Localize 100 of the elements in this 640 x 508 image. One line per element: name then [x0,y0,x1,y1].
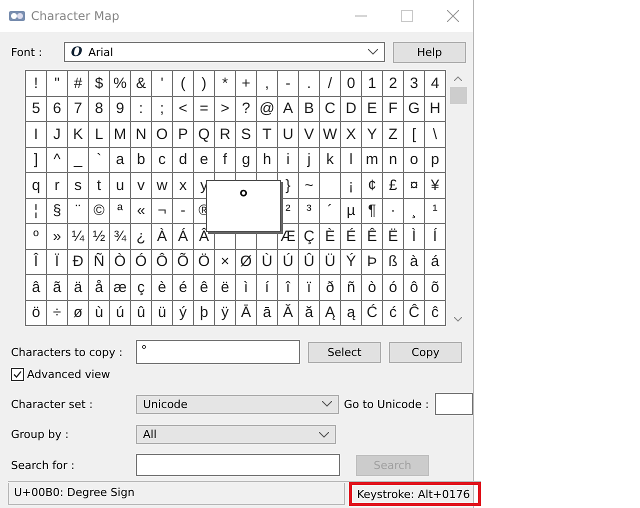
character-cell[interactable]: Ë [383,224,403,248]
character-cell[interactable]: , [257,71,277,96]
character-cell[interactable]: ñ [341,275,361,300]
character-cell[interactable]: # [68,71,88,96]
character-cell[interactable]: K [68,122,88,146]
character-cell[interactable]: % [110,71,130,96]
character-cell[interactable]: S [236,122,256,146]
character-cell[interactable]: M [110,122,130,146]
character-cell[interactable]: ~ [299,173,319,198]
character-cell[interactable]: s [68,173,88,198]
character-cell[interactable]: [ [404,122,424,146]
character-cell[interactable]: ¤ [404,173,424,198]
character-cell[interactable]: Ù [257,250,277,274]
character-cell[interactable]: ? [236,96,256,121]
character-cell[interactable]: ð [320,275,340,300]
character-cell[interactable]: ½ [89,224,109,248]
character-cell[interactable]: ¸ [404,198,424,223]
character-cell[interactable]: J [47,122,67,146]
character-cell[interactable]: Ñ [89,250,109,274]
character-cell[interactable]: - [173,198,193,223]
character-cell[interactable]: c [152,148,172,172]
character-cell[interactable]: Æ [278,224,298,248]
character-cell[interactable]: 6 [47,96,67,121]
character-cell[interactable]: 3 [404,71,424,96]
character-cell[interactable]: x [173,173,193,198]
character-cell[interactable]: â [26,275,46,300]
group-by-dropdown[interactable]: All [136,425,336,444]
characters-to-copy-field[interactable]: ° [136,340,300,364]
character-cell[interactable]: Ô [152,250,172,274]
character-cell[interactable]: = [194,96,214,121]
character-cell[interactable]: Ö [194,250,214,274]
character-cell[interactable]: k [320,148,340,172]
character-cell[interactable]: ć [383,300,403,325]
character-cell[interactable]: ì [236,275,256,300]
character-cell[interactable]: h [257,148,277,172]
character-cell[interactable]: o [404,148,424,172]
character-cell[interactable]: 9 [110,96,130,121]
character-cell[interactable]: Ü [320,250,340,274]
character-cell[interactable]: \ [425,122,445,146]
character-cell[interactable]: Ă [278,300,298,325]
character-cell[interactable]: d [173,148,193,172]
character-cell[interactable]: ( [173,71,193,96]
character-cell[interactable]: ø [68,300,88,325]
character-cell[interactable]: b [131,148,151,172]
character-cell[interactable]: þ [194,300,214,325]
character-cell[interactable]: ^ [47,148,67,172]
character-cell[interactable]: _ [68,148,88,172]
character-cell[interactable]: Z [383,122,403,146]
character-cell[interactable]: & [131,71,151,96]
character-cell[interactable]: 2 [383,71,403,96]
character-cell[interactable]: ¡ [341,173,361,198]
character-cell[interactable]: Ê [362,224,382,248]
character-cell[interactable]: ß [383,250,403,274]
character-cell[interactable]: * [215,71,235,96]
character-cell[interactable]: û [131,300,151,325]
scrollbar-thumb[interactable] [450,87,466,104]
character-cell[interactable]: / [320,71,340,96]
character-cell[interactable]: ÷ [47,300,67,325]
character-cell[interactable]: m [362,148,382,172]
character-cell[interactable]: Q [194,122,214,146]
character-cell[interactable]: + [236,71,256,96]
character-cell[interactable]: a [110,148,130,172]
character-cell[interactable]: ï [299,275,319,300]
character-cell[interactable]: Ý [341,250,361,274]
character-cell[interactable]: E [362,96,382,121]
character-cell[interactable]: « [131,198,151,223]
character-cell[interactable]: 7 [68,96,88,121]
character-cell[interactable]: ÿ [215,300,235,325]
character-cell[interactable]: Ą [320,300,340,325]
font-dropdown[interactable]: O Arial [64,42,385,62]
character-cell[interactable]: ă [299,300,319,325]
character-cell[interactable]: ç [131,275,151,300]
character-cell[interactable]: Ï [47,250,67,274]
character-cell[interactable]: Y [362,122,382,146]
character-cell[interactable]: V [299,122,319,146]
character-cell[interactable]: Ĉ [404,300,424,325]
go-to-unicode-field[interactable] [435,393,473,415]
character-cell[interactable]: G [404,96,424,121]
character-cell[interactable]: W [320,122,340,146]
character-cell[interactable]: É [341,224,361,248]
character-cell[interactable]: ¾ [110,224,130,248]
character-cell[interactable]: ¦ [26,198,46,223]
character-cell[interactable]: å [89,275,109,300]
character-cell[interactable]: R [215,122,235,146]
character-cell[interactable]: " [47,71,67,96]
character-cell[interactable]: ; [152,96,172,121]
character-cell[interactable]: Û [299,250,319,274]
character-cell[interactable]: ³ [299,198,319,223]
character-cell[interactable]: D [341,96,361,121]
character-cell[interactable]: Ó [131,250,151,274]
character-cell[interactable]: ó [383,275,403,300]
character-cell[interactable]: O [152,122,172,146]
character-cell[interactable]: T [257,122,277,146]
character-cell[interactable]: á [425,250,445,274]
character-cell[interactable]: X [341,122,361,146]
character-cell[interactable]: ¿ [131,224,151,248]
character-cell[interactable]: F [383,96,403,121]
character-cell[interactable]: ã [47,275,67,300]
character-cell[interactable]: . [299,71,319,96]
character-cell[interactable]: < [173,96,193,121]
